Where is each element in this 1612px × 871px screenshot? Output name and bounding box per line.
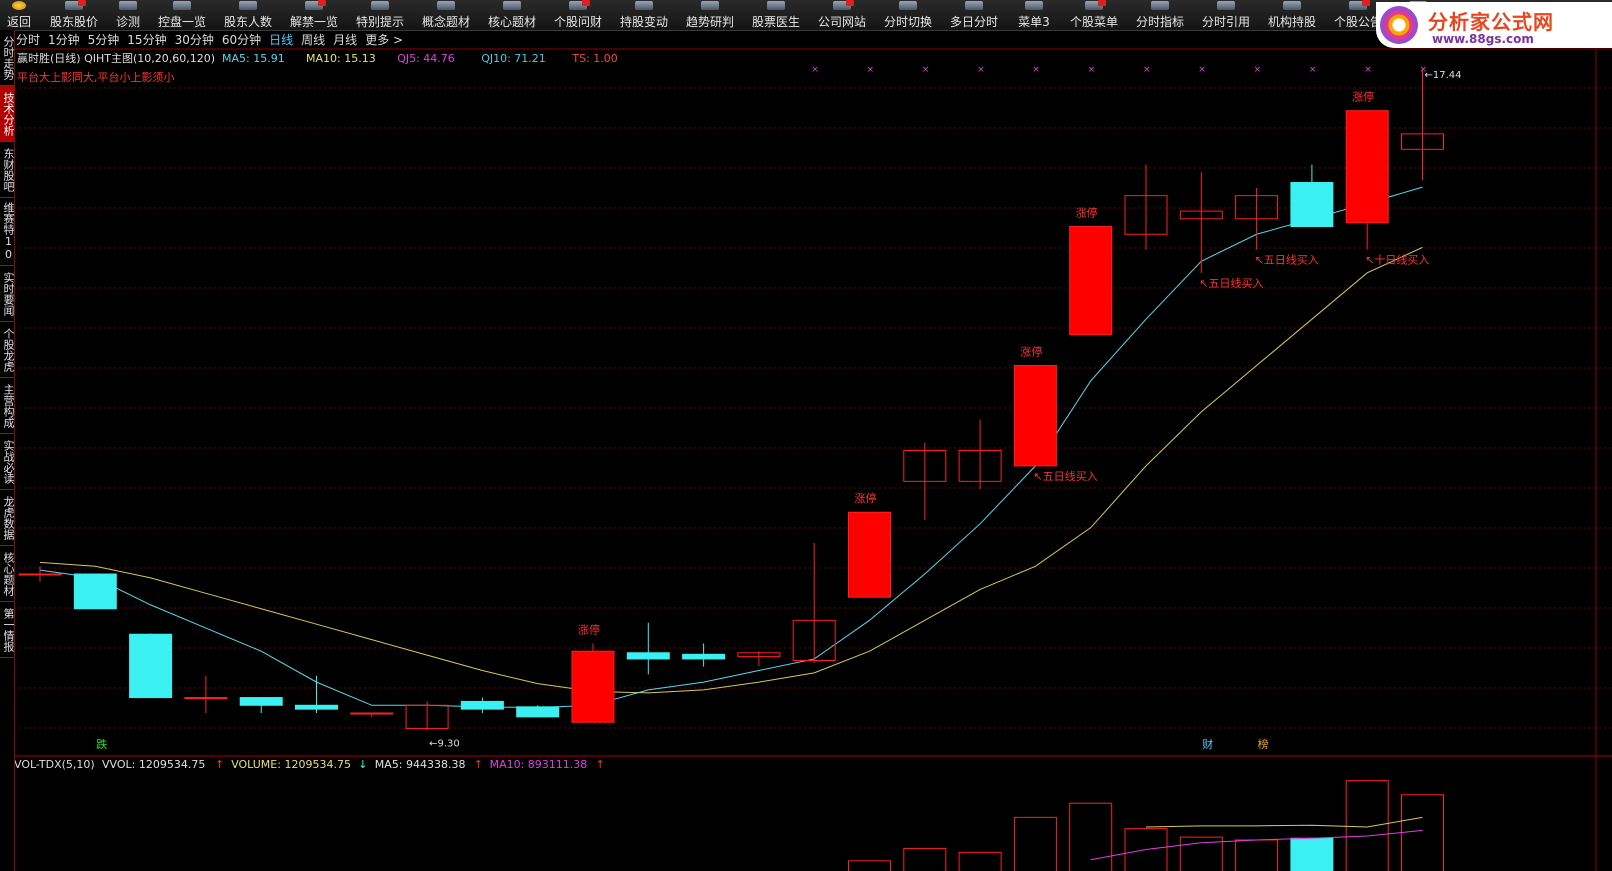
marker-x: × (1088, 65, 1096, 75)
chart-title: 赢时胜(日线) QIHT主图(10,20,60,120) (17, 51, 215, 65)
candle-body (239, 697, 283, 706)
volume-title: VOL-TDX(5,10) (14, 758, 95, 771)
indicator-4: TS: 1.00 (571, 52, 617, 65)
volume-arrow-icon: ↓ (358, 758, 367, 771)
candle-body (682, 653, 726, 660)
marker-x: × (922, 65, 930, 75)
sidebar-tab-9[interactable]: 核心题材 (0, 546, 14, 602)
candle-body (129, 633, 173, 699)
marker-x: × (1198, 65, 1206, 75)
annotation-buy-signal: ↖五日线买入 (1199, 276, 1263, 290)
volume-bar (903, 847, 947, 871)
candle-body (571, 650, 615, 723)
max-price-label: ←17.44 (1425, 70, 1462, 81)
annotation-buy-signal: ↖十日线买入 (1365, 253, 1429, 267)
marker-x: × (1143, 65, 1151, 75)
sidebar-tab-4[interactable]: 实时要闻 (0, 266, 14, 322)
volume-bar (1069, 802, 1113, 871)
marker-x: × (1309, 65, 1317, 75)
candle-body (1290, 182, 1334, 228)
annotation-limit-up: 涨停 (1020, 345, 1042, 359)
candle-body (350, 712, 394, 715)
annotation-limit-up: 涨停 (578, 623, 600, 637)
chart-canvas: 赢时胜(日线) QIHT主图(10,20,60,120) MA5: 15.91 MA… (14, 48, 1612, 871)
marker-x: × (1364, 65, 1372, 75)
volume-bar (1290, 837, 1334, 871)
candle-body (1013, 365, 1057, 467)
annotation-buy-signal: ↖五日线买入 (1255, 253, 1319, 267)
volume-ma5-line (1145, 816, 1423, 828)
annotation-limit-up: 涨停 (1352, 90, 1374, 104)
volume-arrow-icon: ↑ (596, 758, 605, 771)
indicator-0: MA5: 15.91 (222, 52, 285, 65)
indicator-1: MA10: 15.13 (306, 52, 376, 65)
candle-body (73, 573, 117, 610)
candle-body (626, 652, 670, 660)
volume-indicator-3: MA10: 893111.38 (490, 758, 588, 771)
candle-body (460, 700, 504, 710)
sidebar-tab-8[interactable]: 龙虎数据 (0, 490, 14, 546)
annotation-buy-signal: ↖五日线买入 (1033, 469, 1097, 483)
sidebar-tab-2[interactable]: 东财股吧 (0, 142, 14, 198)
date-marker: 财 (1202, 737, 1213, 751)
candle-body (1069, 226, 1113, 336)
sidebar-tab-0[interactable]: 分时走势 (0, 30, 14, 86)
candle-body (848, 511, 891, 598)
volume-indicator-2: MA5: 944338.38 (375, 758, 466, 771)
marker-x: × (977, 65, 985, 75)
sidebar-tab-5[interactable]: 个股龙虎 (0, 322, 14, 378)
volume-indicator-0: VVOL: 1209534.75 (102, 758, 205, 771)
sidebar-tab-7[interactable]: 实战必读 (0, 434, 14, 490)
left-sidebar: 分时走势 技术分析 东财股吧 维赛特10 实时要闻 个股龙虎 主营构成 实战必读 龙虎数据 核心题… (0, 30, 15, 871)
volume-bar (1401, 794, 1444, 871)
ma10-line (39, 246, 1423, 694)
min-price-label: ←9.30 (429, 739, 460, 750)
annotation-limit-up: 涨停 (855, 491, 877, 505)
indicator-2: QJ5: 44.76 (397, 52, 455, 65)
sidebar-tab-1[interactable]: 技术分析 (0, 86, 14, 142)
volume-indicator-1: VOLUME: 1209534.75 (231, 758, 351, 771)
marker-x: × (1254, 65, 1262, 75)
candle-body (18, 573, 62, 576)
volume-bar (1345, 780, 1389, 871)
indicator-3: QJ10: 71.21 (481, 52, 546, 65)
candle-body (184, 697, 228, 700)
date-marker: 跌 (96, 737, 107, 751)
candle-body (295, 704, 338, 710)
volume-bar (1235, 839, 1279, 871)
volume-ma10-line (1090, 829, 1423, 861)
marker-x: × (811, 65, 819, 75)
sidebar-tab-10[interactable]: 第一情报 (0, 602, 14, 658)
sidebar-tab-3[interactable]: 维赛特10 (0, 198, 14, 266)
date-marker: 榜 (1258, 737, 1269, 751)
volume-arrow-icon: ↑ (215, 758, 224, 771)
annotation-limit-up: 涨停 (1076, 206, 1098, 220)
candle-body (1345, 110, 1389, 224)
chart-subtitle: 平台大上影同大,平台小上影须小 (17, 70, 175, 84)
candle-body (516, 706, 560, 718)
ma5-line (39, 186, 1423, 709)
marker-x: × (1032, 65, 1040, 75)
volume-bar (958, 851, 1002, 871)
marker-x: × (867, 65, 875, 75)
sidebar-tab-6[interactable]: 主营构成 (0, 378, 14, 434)
volume-bar (848, 860, 891, 871)
volume-bar (1013, 816, 1057, 871)
volume-arrow-icon: ↑ (474, 758, 483, 771)
